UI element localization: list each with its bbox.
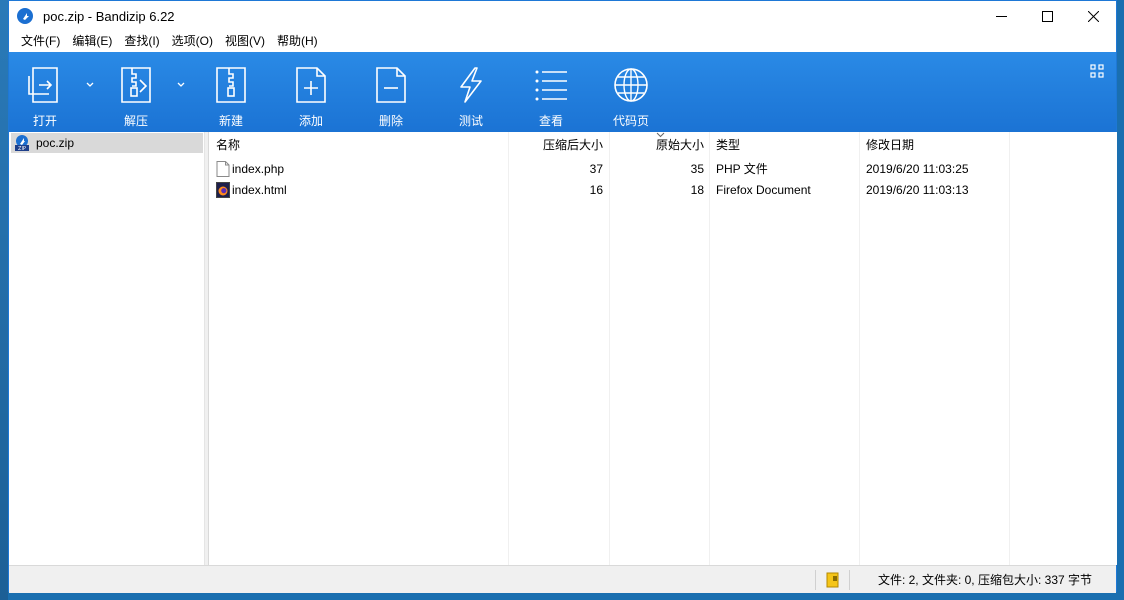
status-summary: 文件: 2, 文件夹: 0, 压缩包大小: 337 字节 bbox=[877, 573, 1092, 587]
codepage-button[interactable]: 代码页 bbox=[596, 52, 666, 132]
menu-view[interactable]: 视图(V) bbox=[219, 31, 271, 52]
bandizip-app-icon bbox=[17, 8, 33, 24]
open-dropdown-chevron-icon[interactable] bbox=[84, 78, 96, 90]
maximize-button[interactable] bbox=[1024, 1, 1070, 31]
maximize-icon bbox=[1041, 10, 1053, 22]
column-header-name[interactable]: 名称 bbox=[216, 132, 240, 156]
status-separator bbox=[849, 570, 850, 590]
file-original-size: 35 bbox=[690, 162, 704, 176]
file-list[interactable]: 名称 压缩后大小 原始大小 类型 修改日期 index.php 37 35 PH… bbox=[209, 132, 1117, 565]
menu-help[interactable]: 帮助(H) bbox=[271, 31, 324, 52]
file-name: index.php bbox=[232, 162, 285, 176]
zip-archive-icon: ZIP bbox=[14, 135, 30, 152]
extract-zipper-icon bbox=[121, 67, 151, 103]
delete-file-icon bbox=[376, 67, 406, 103]
open-label: 打开 bbox=[32, 114, 57, 128]
table-row[interactable]: index.html 16 18 Firefox Document 2019/6… bbox=[209, 179, 1117, 200]
svg-text:ZIP: ZIP bbox=[18, 146, 26, 151]
tree-item-label: poc.zip bbox=[36, 136, 75, 150]
window-title: poc.zip - Bandizip 6.22 bbox=[43, 8, 175, 24]
test-button[interactable]: 测试 bbox=[436, 52, 506, 132]
minimize-button[interactable] bbox=[978, 1, 1024, 31]
toolbar: 打开 解压 新建 添加 删除 测试 查看 代码页 bbox=[9, 52, 1116, 132]
codepage-label: 代码页 bbox=[612, 114, 649, 128]
menu-edit[interactable]: 编辑(E) bbox=[66, 31, 118, 52]
test-label: 测试 bbox=[458, 114, 483, 128]
delete-label: 删除 bbox=[378, 114, 403, 128]
file-original-size: 18 bbox=[690, 183, 704, 197]
lightning-icon bbox=[460, 67, 482, 103]
menu-file[interactable]: 文件(F) bbox=[15, 31, 66, 52]
list-view-icon bbox=[535, 70, 567, 101]
open-button[interactable]: 打开 bbox=[10, 52, 80, 132]
column-header-type[interactable]: 类型 bbox=[716, 132, 740, 156]
column-header-packed-size[interactable]: 压缩后大小 bbox=[509, 132, 603, 156]
close-icon bbox=[1087, 10, 1099, 22]
layout-grid-icon[interactable] bbox=[1090, 64, 1104, 78]
close-button[interactable] bbox=[1070, 1, 1116, 31]
folder-tree[interactable]: ZIP poc.zip bbox=[9, 132, 205, 565]
open-archive-icon bbox=[28, 67, 58, 103]
add-file-icon bbox=[296, 67, 326, 103]
desktop-background bbox=[0, 0, 8, 600]
file-type: Firefox Document bbox=[716, 183, 811, 197]
column-header-modified[interactable]: 修改日期 bbox=[866, 132, 914, 156]
new-label: 新建 bbox=[218, 114, 243, 128]
extract-dropdown-chevron-icon[interactable] bbox=[175, 78, 187, 90]
minimize-icon bbox=[995, 15, 1007, 17]
file-modified: 2019/6/20 11:03:25 bbox=[866, 162, 969, 176]
extract-label: 解压 bbox=[123, 114, 148, 128]
lock-status-icon[interactable] bbox=[826, 572, 840, 588]
delete-button[interactable]: 删除 bbox=[356, 52, 426, 132]
tree-item-root[interactable]: ZIP poc.zip bbox=[11, 133, 203, 153]
menu-options[interactable]: 选项(O) bbox=[166, 31, 219, 52]
add-label: 添加 bbox=[298, 114, 323, 128]
new-archive-icon bbox=[216, 67, 246, 103]
column-header-original-size[interactable]: 原始大小 bbox=[610, 132, 704, 156]
text-file-icon bbox=[216, 161, 230, 177]
file-type: PHP 文件 bbox=[716, 162, 768, 176]
menu-bar: 文件(F) 编辑(E) 查找(I) 选项(O) 视图(V) 帮助(H) bbox=[9, 31, 1116, 52]
extract-button[interactable]: 解压 bbox=[101, 52, 171, 132]
status-separator bbox=[815, 570, 816, 590]
view-label: 查看 bbox=[538, 114, 563, 128]
view-button[interactable]: 查看 bbox=[516, 52, 586, 132]
file-name: index.html bbox=[232, 183, 287, 197]
title-bar[interactable]: poc.zip - Bandizip 6.22 bbox=[9, 1, 1116, 31]
new-archive-button[interactable]: 新建 bbox=[196, 52, 266, 132]
globe-icon bbox=[614, 68, 648, 102]
status-bar: 文件: 2, 文件夹: 0, 压缩包大小: 337 字节 bbox=[9, 565, 1116, 593]
bandizip-window: poc.zip - Bandizip 6.22 文件(F) 编辑(E) 查找(I… bbox=[8, 0, 1117, 593]
file-packed-size: 37 bbox=[589, 162, 603, 176]
firefox-document-icon bbox=[216, 182, 230, 198]
add-button[interactable]: 添加 bbox=[276, 52, 346, 132]
table-row[interactable]: index.php 37 35 PHP 文件 2019/6/20 11:03:2… bbox=[209, 158, 1117, 179]
file-modified: 2019/6/20 11:03:13 bbox=[866, 183, 969, 197]
file-packed-size: 16 bbox=[589, 183, 603, 197]
menu-find[interactable]: 查找(I) bbox=[118, 31, 165, 52]
